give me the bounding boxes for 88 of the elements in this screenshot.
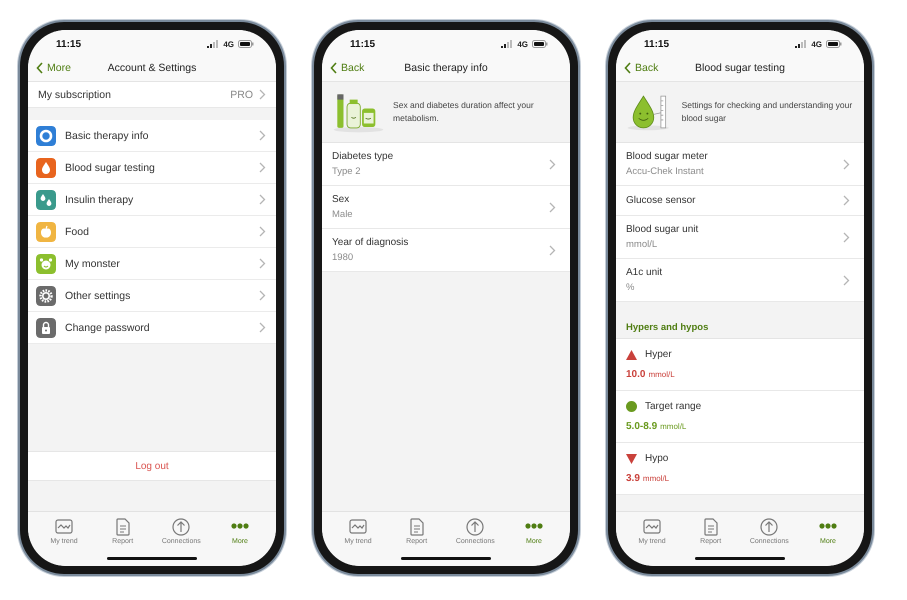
menu-label: My monster (65, 258, 120, 270)
row-value: 1980 (332, 252, 354, 263)
menu-item[interactable]: Food (28, 216, 276, 248)
row-value: Accu-Chek Instant (626, 166, 705, 177)
chevron-icon (259, 290, 266, 301)
setting-row[interactable]: Glucose sensor (616, 186, 864, 216)
threshold-label: Target range (645, 401, 702, 412)
threshold-unit: mmol/L (648, 370, 675, 379)
status-time: 11:15 (350, 38, 376, 50)
signal-icon (501, 40, 514, 48)
menu-label: Insulin therapy (65, 194, 134, 206)
row-label: Sex (332, 194, 350, 205)
chevron-icon (549, 158, 556, 170)
screen-title: Account & Settings (108, 62, 196, 74)
setting-row[interactable]: Blood sugar unit mmol/L (616, 216, 864, 259)
setting-row[interactable]: Sex Male (322, 186, 570, 229)
menu-item[interactable]: Basic therapy info (28, 120, 276, 152)
chevron-icon (330, 62, 337, 74)
network-label: 4G (517, 40, 528, 48)
threshold-unit: mmol/L (642, 474, 670, 483)
menu-item[interactable]: Insulin therapy (28, 184, 276, 216)
menu-item[interactable]: Change password (28, 312, 276, 344)
row-value: mmol/L (626, 239, 658, 250)
chevron-icon (843, 158, 850, 170)
chevron-icon (259, 194, 266, 205)
subscription-plan: PRO (230, 88, 253, 100)
chevron-icon (624, 62, 631, 74)
up-arrow-circle-icon (170, 516, 192, 536)
back-button[interactable]: More (28, 62, 71, 74)
chevron-icon (259, 226, 266, 237)
threshold-label: Hypo (645, 453, 668, 464)
menu-label: Other settings (65, 290, 130, 302)
chevron-icon (259, 322, 266, 333)
row-label: Blood sugar meter (626, 151, 709, 162)
subscription-row[interactable]: My subscription PRO (28, 82, 276, 108)
row-label: Glucose sensor (626, 195, 696, 206)
row-label: Diabetes type (332, 151, 394, 162)
back-button[interactable]: Back (616, 62, 658, 74)
menu-item[interactable]: Blood sugar testing (28, 152, 276, 184)
up-arrow-circle-icon (464, 516, 486, 536)
chevron-icon (36, 62, 43, 74)
threshold-value: 3.9 (626, 473, 640, 484)
menu-label: Basic therapy info (65, 130, 148, 142)
row-value: Male (332, 209, 354, 220)
chevron-icon (549, 202, 556, 212)
screen-title: Blood sugar testing (695, 62, 785, 74)
back-button[interactable]: Back (322, 62, 364, 74)
threshold-unit: mmol/L (660, 422, 686, 431)
battery-icon (238, 40, 254, 48)
menu-label: Blood sugar testing (65, 162, 155, 174)
threshold-value: 5.0-8.9 (626, 421, 658, 432)
row-label: My subscription (38, 88, 111, 100)
row-label: Year of diagnosis (332, 237, 410, 248)
menu-label: Food (65, 226, 89, 238)
threshold-label: Hyper (645, 349, 672, 360)
status-time: 11:15 (56, 38, 82, 50)
menu-item[interactable]: My monster (28, 248, 276, 280)
chevron-icon (843, 232, 850, 242)
up-arrow-circle-icon (758, 516, 780, 536)
threshold-value: 10.0 (626, 369, 646, 380)
chevron-icon (259, 89, 266, 100)
menu-item[interactable]: Other settings (28, 280, 276, 312)
banner-text: Sex and diabetes duration affect your metabolism. (393, 99, 535, 125)
status-time: 11:15 (644, 38, 670, 50)
battery-icon (826, 40, 842, 48)
chevron-icon (259, 130, 266, 141)
battery-icon (532, 40, 548, 48)
setting-row[interactable]: A1c unit % (616, 259, 864, 302)
network-label: 4G (223, 40, 234, 48)
network-label: 4G (811, 40, 822, 48)
chevron-icon (259, 162, 266, 173)
setting-row[interactable]: Year of diagnosis 1980 (322, 229, 570, 272)
setting-row[interactable]: Blood sugar meter Accu-Chek Instant (616, 143, 864, 186)
signal-icon (207, 40, 220, 48)
row-value: Type 2 (332, 166, 362, 177)
setting-row[interactable]: Diabetes type Type 2 (322, 143, 570, 186)
banner-text: Settings for checking and understanding your blood sugar (682, 99, 854, 125)
chevron-icon (843, 195, 850, 206)
chevron-icon (843, 274, 850, 286)
row-value: % (626, 282, 636, 293)
signal-icon (795, 40, 808, 48)
log-out-button[interactable]: Log out (28, 451, 276, 481)
row-label: Blood sugar unit (626, 224, 700, 235)
row-label: A1c unit (626, 267, 664, 278)
chevron-icon (549, 244, 556, 256)
screen-title: Basic therapy info (404, 62, 488, 74)
chevron-icon (259, 258, 266, 269)
menu-label: Change password (65, 322, 150, 334)
